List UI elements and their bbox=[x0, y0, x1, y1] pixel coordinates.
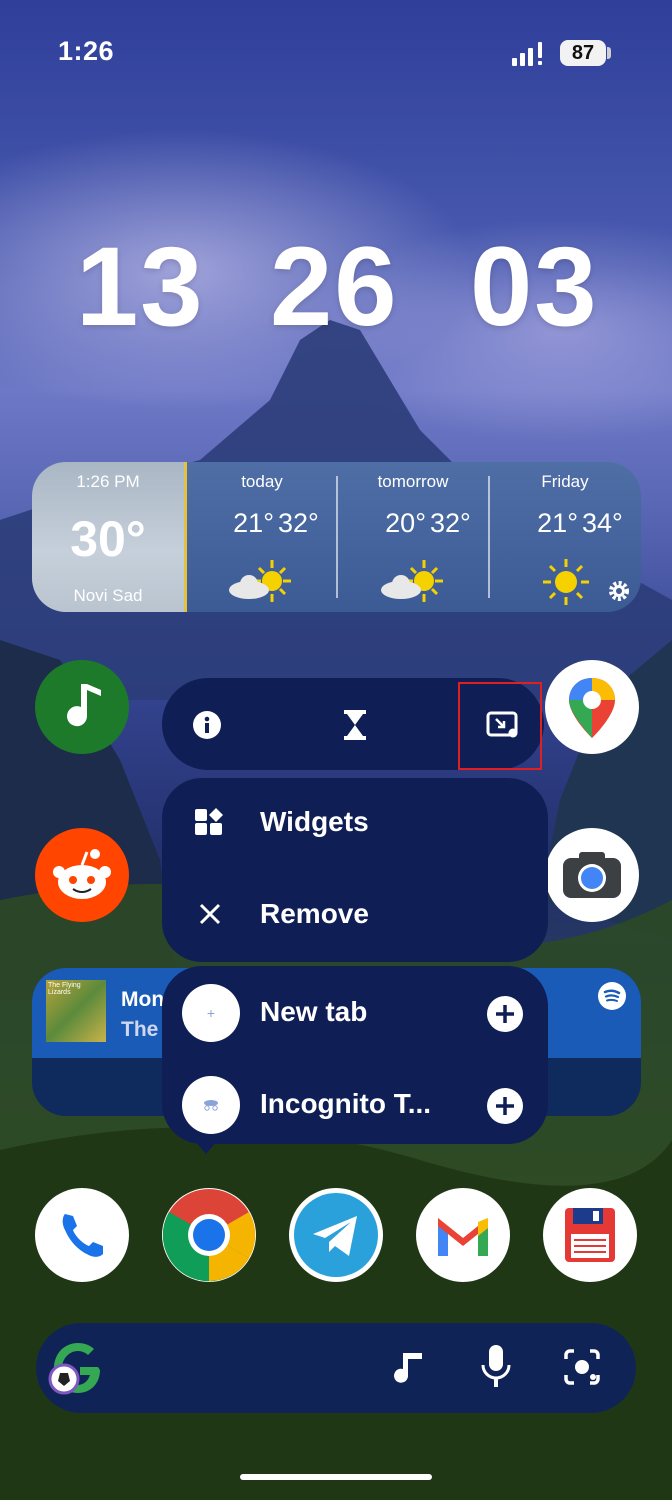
app-shortcuts-menu: + New tab Incognito T... bbox=[162, 966, 548, 1144]
map-pin-icon bbox=[569, 678, 615, 738]
music-note-icon bbox=[67, 684, 101, 727]
google-search-bar[interactable] bbox=[36, 1323, 636, 1413]
google-logo-icon bbox=[48, 1343, 100, 1395]
music-search-icon[interactable] bbox=[394, 1349, 424, 1387]
info-icon[interactable] bbox=[192, 710, 222, 740]
add-icon[interactable] bbox=[487, 996, 523, 1032]
add-icon[interactable] bbox=[487, 1088, 523, 1124]
gear-icon[interactable] bbox=[606, 578, 632, 604]
lens-icon[interactable] bbox=[562, 1349, 602, 1385]
album-art: The Flying Lizards bbox=[46, 980, 106, 1042]
gmail-app-icon[interactable] bbox=[416, 1188, 510, 1282]
forecast-day-label: tomorrow bbox=[377, 472, 449, 491]
chrome-app-icon[interactable] bbox=[162, 1188, 256, 1282]
telegram-app-icon[interactable] bbox=[289, 1188, 383, 1282]
weather-current-temp: 30° bbox=[70, 511, 146, 567]
telegram-icon bbox=[294, 1193, 378, 1277]
signal-icon bbox=[512, 42, 542, 66]
hourglass-icon[interactable] bbox=[342, 710, 368, 740]
album-art-text: The Flying Lizards bbox=[48, 982, 81, 996]
widgets-menu-item[interactable]: Widgets bbox=[162, 778, 548, 870]
new-tab-label: New tab bbox=[260, 996, 368, 1027]
remove-label: Remove bbox=[260, 898, 369, 929]
forecast-low: 20° bbox=[385, 508, 426, 538]
highlight-box bbox=[458, 682, 542, 770]
microphone-icon[interactable] bbox=[480, 1345, 512, 1389]
camera-app-icon[interactable] bbox=[545, 828, 639, 922]
incognito-tab-label: Incognito T... bbox=[260, 1088, 432, 1119]
forecast-high: 32° bbox=[430, 508, 471, 538]
popup-pointer bbox=[194, 1140, 218, 1154]
forecast-high: 32° bbox=[278, 508, 319, 538]
chrome-icon bbox=[162, 1189, 256, 1282]
widgets-icon bbox=[195, 808, 223, 835]
forecast-day-label: Friday bbox=[541, 472, 589, 491]
phone-app-icon[interactable] bbox=[35, 1188, 129, 1282]
weather-current-time: 1:26 PM bbox=[76, 472, 140, 491]
clock-seconds: 03 bbox=[470, 224, 599, 349]
track-artist: The bbox=[121, 1018, 159, 1041]
weather-location: Novi Sad bbox=[73, 586, 143, 605]
battery-tip bbox=[607, 47, 611, 59]
reddit-icon bbox=[53, 849, 111, 899]
new-tab-shortcut[interactable]: + New tab bbox=[162, 966, 548, 1058]
camera-icon bbox=[563, 852, 621, 898]
forecast-low: 21° bbox=[233, 508, 274, 538]
incognito-icon bbox=[182, 1076, 240, 1134]
partly-sunny-icon bbox=[381, 560, 443, 602]
home-indicator[interactable] bbox=[240, 1474, 432, 1480]
clock-hours: 13 bbox=[76, 224, 205, 349]
forecast-high: 34° bbox=[582, 508, 623, 538]
widgets-label: Widgets bbox=[260, 806, 369, 837]
forecast-low: 21° bbox=[537, 508, 578, 538]
app-context-menu: Widgets Remove bbox=[162, 778, 548, 962]
new-tab-icon: + bbox=[182, 984, 240, 1042]
status-time: 1:26 bbox=[58, 36, 115, 66]
incognito-tab-shortcut[interactable]: Incognito T... bbox=[162, 1060, 548, 1152]
forecast-day-label: today bbox=[241, 472, 283, 491]
weather-widget[interactable]: 1:26 PM 30° Novi Sad today 21° 32° tomor… bbox=[32, 462, 641, 612]
track-title: Mon bbox=[121, 988, 165, 1011]
save-app-icon[interactable] bbox=[543, 1188, 637, 1282]
battery-indicator: 87 bbox=[560, 40, 606, 66]
spotify-icon bbox=[598, 982, 626, 1010]
phone-icon bbox=[62, 1214, 103, 1257]
partly-sunny-icon bbox=[229, 560, 291, 602]
gmail-icon bbox=[438, 1218, 488, 1256]
remove-menu-item[interactable]: Remove bbox=[162, 870, 548, 962]
music-app-icon[interactable] bbox=[35, 660, 129, 754]
close-icon bbox=[199, 903, 221, 925]
maps-app-icon[interactable] bbox=[545, 660, 639, 754]
clock-minutes: 26 bbox=[270, 224, 399, 349]
sunny-icon bbox=[543, 559, 589, 605]
reddit-app-icon[interactable] bbox=[35, 828, 129, 922]
floppy-disk-icon bbox=[565, 1208, 615, 1262]
